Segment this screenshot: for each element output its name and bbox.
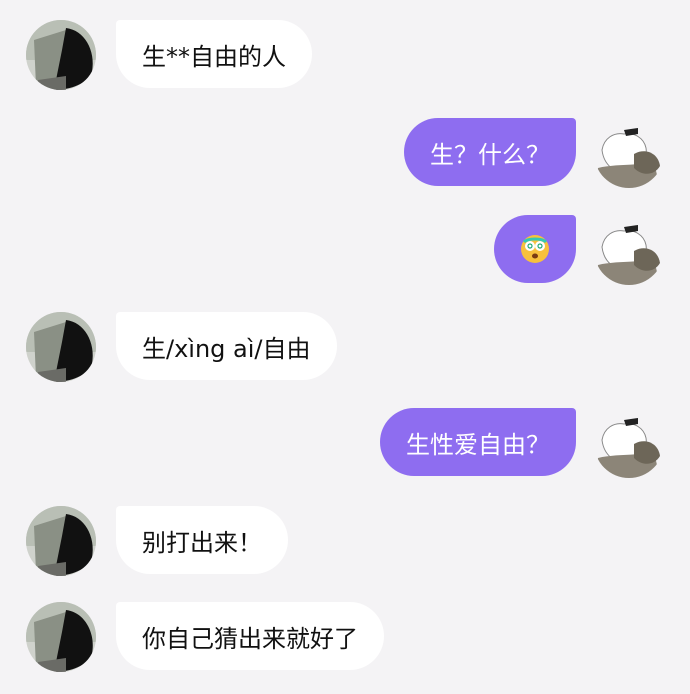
contact-avatar-image xyxy=(26,506,96,576)
contact-avatar-image xyxy=(26,602,96,672)
contact-avatar-image xyxy=(26,20,96,90)
message-text: 别打出来！ xyxy=(142,528,262,557)
avatar-self[interactable] xyxy=(594,408,664,478)
avatar-self[interactable] xyxy=(594,118,664,188)
message-bubble-incoming[interactable]: 生**自由的人 xyxy=(116,20,312,88)
face-with-spiral-eyes-icon xyxy=(521,235,549,263)
message-bubble-outgoing[interactable]: 生性爱自由？ xyxy=(380,408,576,476)
avatar-contact[interactable] xyxy=(26,602,96,672)
avatar-contact[interactable] xyxy=(26,312,96,382)
self-avatar-image xyxy=(594,215,664,285)
self-avatar-image xyxy=(594,408,664,478)
message-bubble-incoming[interactable]: 生/xìng aì/自由 xyxy=(116,312,337,380)
message-bubble-outgoing[interactable] xyxy=(494,215,576,283)
message-text: 生/xìng aì/自由 xyxy=(142,334,311,363)
avatar-contact[interactable] xyxy=(26,506,96,576)
message-text: 生？什么？ xyxy=(430,140,550,169)
message-bubble-outgoing[interactable]: 生？什么？ xyxy=(404,118,576,186)
contact-avatar-image xyxy=(26,312,96,382)
self-avatar-image xyxy=(594,118,664,188)
message-bubble-incoming[interactable]: 别打出来！ xyxy=(116,506,288,574)
avatar-self[interactable] xyxy=(594,215,664,285)
message-text: 生性爱自由？ xyxy=(406,430,550,459)
avatar-contact[interactable] xyxy=(26,20,96,90)
message-bubble-incoming[interactable]: 你自己猜出来就好了 xyxy=(116,602,384,670)
message-text: 你自己猜出来就好了 xyxy=(142,624,358,653)
message-text: 生**自由的人 xyxy=(142,42,286,71)
